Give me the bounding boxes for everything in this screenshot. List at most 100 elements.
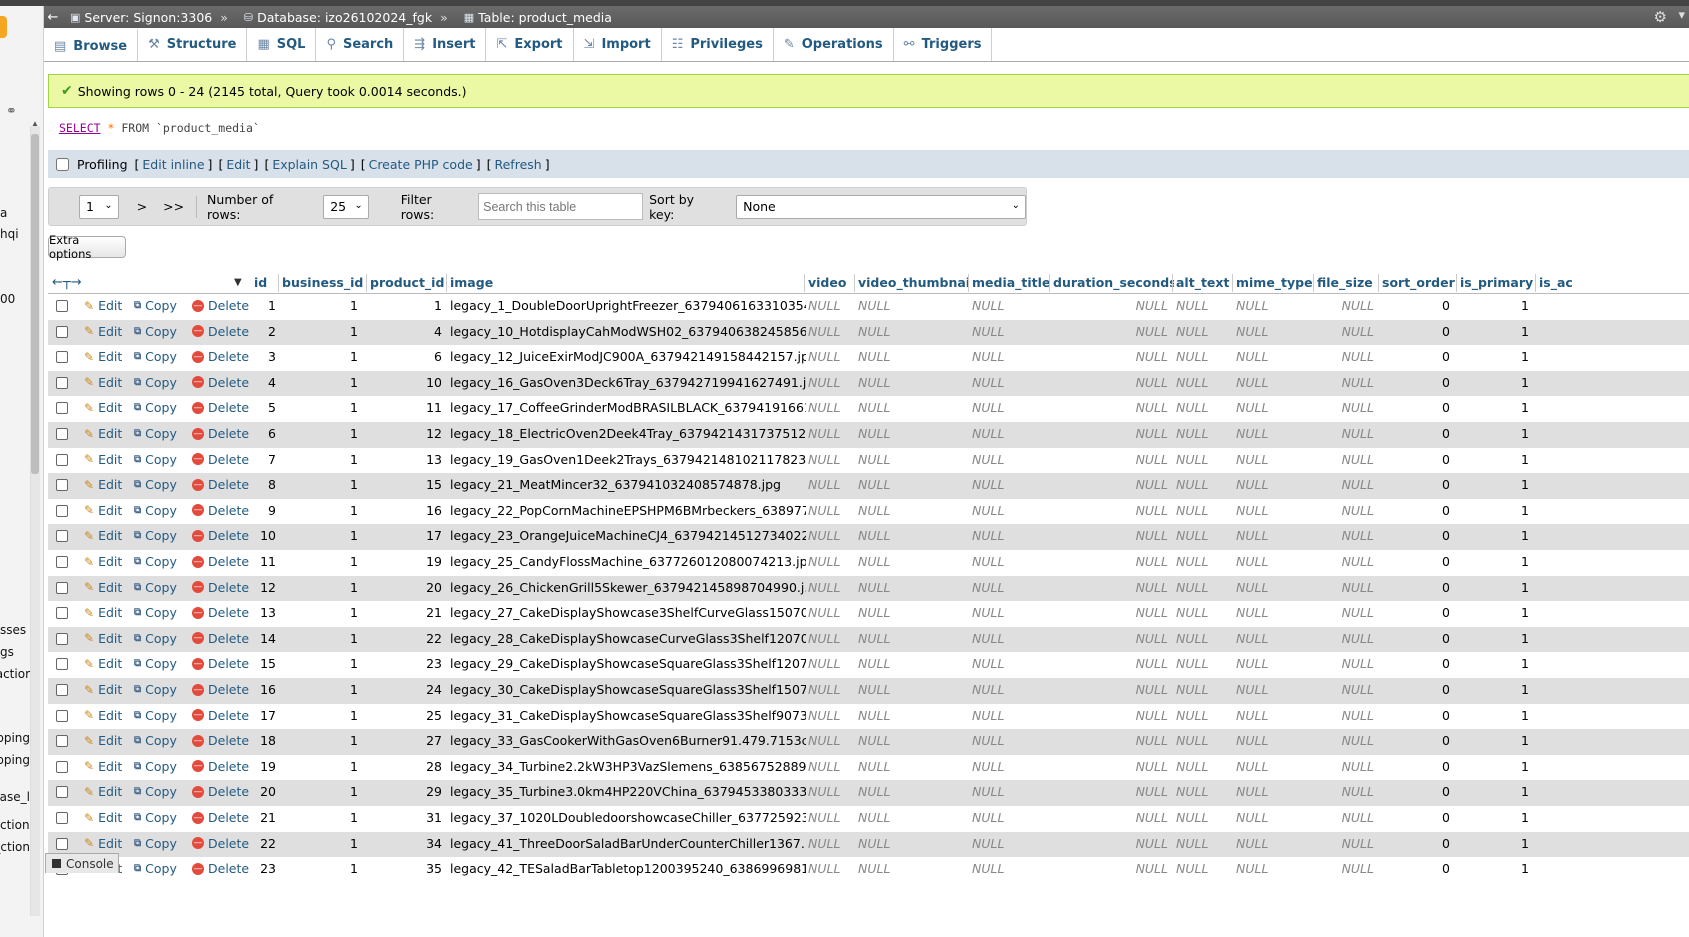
column-header-video[interactable]: video: [808, 275, 856, 290]
cell-video-thumbnail-null[interactable]: NULL: [858, 759, 964, 774]
cell-product-id[interactable]: 16: [370, 503, 442, 518]
row-checkbox[interactable]: [56, 453, 68, 466]
cell-video-thumbnail-null[interactable]: NULL: [858, 836, 964, 851]
column-divider[interactable]: [278, 274, 279, 292]
copy-row-button[interactable]: ⧉ Copy: [134, 605, 177, 620]
delete-row-button[interactable]: — Delete: [192, 452, 249, 467]
edit-row-button[interactable]: ✎Edit: [84, 631, 122, 646]
cell-video-thumbnail-null[interactable]: NULL: [858, 400, 964, 415]
row-checkbox[interactable]: [56, 786, 68, 799]
row-checkbox[interactable]: [56, 556, 68, 568]
cell-video-null[interactable]: NULL: [808, 528, 850, 543]
column-divider[interactable]: [1172, 274, 1173, 292]
cell-business-id[interactable]: 1: [282, 605, 358, 620]
cell-product-id[interactable]: 17: [370, 528, 442, 543]
cell-mime-type-null[interactable]: NULL: [1236, 375, 1309, 390]
cell-business-id[interactable]: 1: [282, 733, 358, 748]
cell-media-title-null[interactable]: NULL: [972, 733, 1046, 748]
cell-is-primary[interactable]: 1: [1460, 426, 1529, 441]
cell-sort-order[interactable]: 0: [1382, 477, 1450, 492]
copy-row-button[interactable]: ⧉ Copy: [134, 298, 177, 313]
cell-sort-order[interactable]: 0: [1382, 708, 1450, 723]
delete-row-button[interactable]: — Delete: [192, 349, 249, 364]
cell-media-title-null[interactable]: NULL: [972, 605, 1046, 620]
edit-row-button[interactable]: ✎Edit: [84, 452, 122, 467]
edit-row-button[interactable]: ✎Edit: [84, 375, 122, 390]
cell-video-null[interactable]: NULL: [808, 861, 850, 876]
cell-business-id[interactable]: 1: [282, 375, 358, 390]
cell-video-thumbnail-null[interactable]: NULL: [858, 733, 964, 748]
column-divider[interactable]: [804, 274, 805, 292]
cell-duration-seconds-null[interactable]: NULL: [1053, 682, 1168, 697]
cell-id[interactable]: 20: [254, 784, 276, 799]
edit-row-button[interactable]: ✎Edit: [84, 708, 122, 723]
cell-image[interactable]: legacy_25_CandyFlossMachine_637726012080…: [450, 554, 806, 569]
cell-mime-type-null[interactable]: NULL: [1236, 759, 1309, 774]
cell-file-size-null[interactable]: NULL: [1317, 784, 1374, 799]
cell-duration-seconds-null[interactable]: NULL: [1053, 349, 1168, 364]
cell-alt-text-null[interactable]: NULL: [1176, 605, 1228, 620]
cell-product-id[interactable]: 25: [370, 708, 442, 723]
cell-file-size-null[interactable]: NULL: [1317, 528, 1374, 543]
row-checkbox[interactable]: [56, 479, 68, 492]
column-divider[interactable]: [1313, 274, 1314, 292]
tab-search[interactable]: ⚲ Search: [316, 28, 405, 61]
cell-product-id[interactable]: 1: [370, 298, 442, 313]
column-divider[interactable]: [1456, 274, 1457, 292]
cell-is-primary[interactable]: 1: [1460, 477, 1529, 492]
cell-file-size-null[interactable]: NULL: [1317, 298, 1374, 313]
cell-sort-order[interactable]: 0: [1382, 861, 1450, 876]
delete-row-button[interactable]: — Delete: [192, 682, 249, 697]
cell-product-id[interactable]: 23: [370, 656, 442, 671]
cell-media-title-null[interactable]: NULL: [972, 554, 1046, 569]
delete-row-button[interactable]: — Delete: [192, 375, 249, 390]
cell-is-primary[interactable]: 1: [1460, 656, 1529, 671]
cell-alt-text-null[interactable]: NULL: [1176, 631, 1228, 646]
copy-row-button[interactable]: ⧉ Copy: [134, 375, 177, 390]
cell-mime-type-null[interactable]: NULL: [1236, 605, 1309, 620]
cell-alt-text-null[interactable]: NULL: [1176, 580, 1228, 595]
cell-image[interactable]: legacy_16_GasOven3Deck6Tray_637942719941…: [450, 375, 806, 390]
cell-is-primary[interactable]: 1: [1460, 784, 1529, 799]
delete-row-button[interactable]: — Delete: [192, 810, 249, 825]
copy-row-button[interactable]: ⧉ Copy: [134, 477, 177, 492]
cell-video-thumbnail-null[interactable]: NULL: [858, 477, 964, 492]
cell-id[interactable]: 6: [254, 426, 276, 441]
cell-business-id[interactable]: 1: [282, 861, 358, 876]
cell-id[interactable]: 21: [254, 810, 276, 825]
cell-video-thumbnail-null[interactable]: NULL: [858, 708, 964, 723]
cell-is-primary[interactable]: 1: [1460, 452, 1529, 467]
cell-mime-type-null[interactable]: NULL: [1236, 298, 1309, 313]
cell-duration-seconds-null[interactable]: NULL: [1053, 759, 1168, 774]
cell-video-thumbnail-null[interactable]: NULL: [858, 554, 964, 569]
cell-file-size-null[interactable]: NULL: [1317, 631, 1374, 646]
cell-mime-type-null[interactable]: NULL: [1236, 324, 1309, 339]
edit-row-button[interactable]: ✎Edit: [84, 400, 122, 415]
cell-alt-text-null[interactable]: NULL: [1176, 452, 1228, 467]
cell-video-null[interactable]: NULL: [808, 580, 850, 595]
cell-id[interactable]: 22: [254, 836, 276, 851]
extra-options-button[interactable]: Extra options: [48, 233, 126, 261]
edit-row-button[interactable]: ✎Edit: [84, 836, 122, 851]
cell-alt-text-null[interactable]: NULL: [1176, 656, 1228, 671]
column-divider[interactable]: [366, 274, 367, 292]
cell-product-id[interactable]: 29: [370, 784, 442, 799]
cell-is-primary[interactable]: 1: [1460, 810, 1529, 825]
tab-export[interactable]: ⇱ Export: [486, 28, 574, 61]
cell-alt-text-null[interactable]: NULL: [1176, 349, 1228, 364]
column-header-sort-order[interactable]: sort_order: [1382, 275, 1458, 290]
column-header-is-ac[interactable]: is_ac: [1539, 275, 1599, 290]
cell-video-null[interactable]: NULL: [808, 759, 850, 774]
cell-alt-text-null[interactable]: NULL: [1176, 477, 1228, 492]
cell-file-size-null[interactable]: NULL: [1317, 452, 1374, 467]
cell-video-thumbnail-null[interactable]: NULL: [858, 656, 964, 671]
column-divider[interactable]: [968, 274, 969, 292]
copy-row-button[interactable]: ⧉ Copy: [134, 682, 177, 697]
rows-select[interactable]: 25 ⌄: [323, 194, 369, 219]
link-create-php-code[interactable]: Create PHP code: [369, 157, 473, 172]
edit-row-button[interactable]: ✎Edit: [84, 810, 122, 825]
nav-scrollbar-thumb[interactable]: [31, 134, 39, 474]
edit-row-button[interactable]: ✎Edit: [84, 759, 122, 774]
cell-id[interactable]: 13: [254, 605, 276, 620]
cell-id[interactable]: 9: [254, 503, 276, 518]
